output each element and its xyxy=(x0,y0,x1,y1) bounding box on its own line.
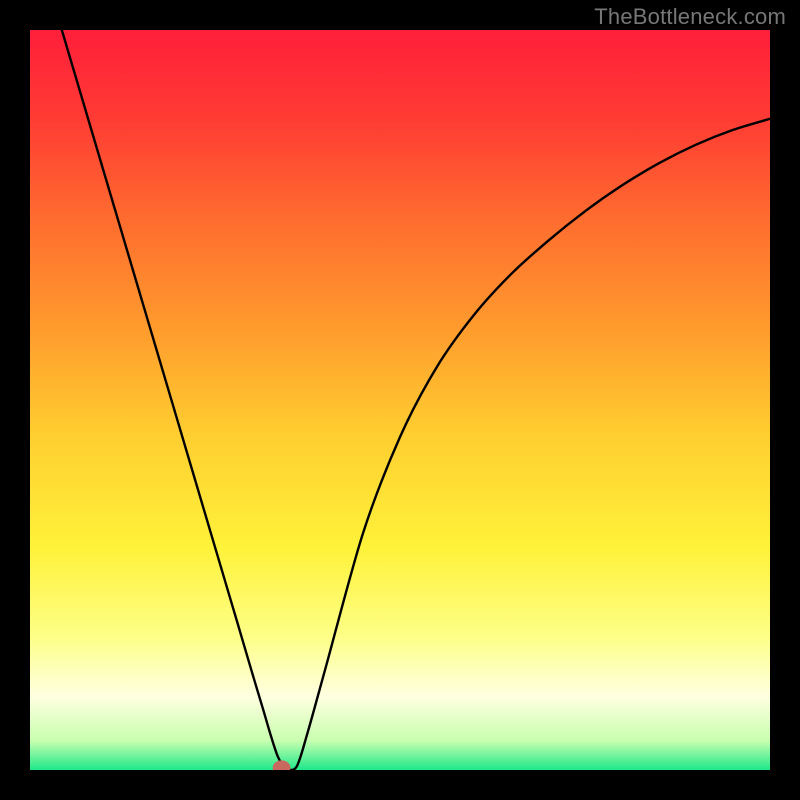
gradient-background xyxy=(30,30,770,770)
watermark-text: TheBottleneck.com xyxy=(594,4,786,30)
plot-area xyxy=(30,30,770,770)
chart-svg xyxy=(30,30,770,770)
chart-frame: TheBottleneck.com xyxy=(0,0,800,800)
